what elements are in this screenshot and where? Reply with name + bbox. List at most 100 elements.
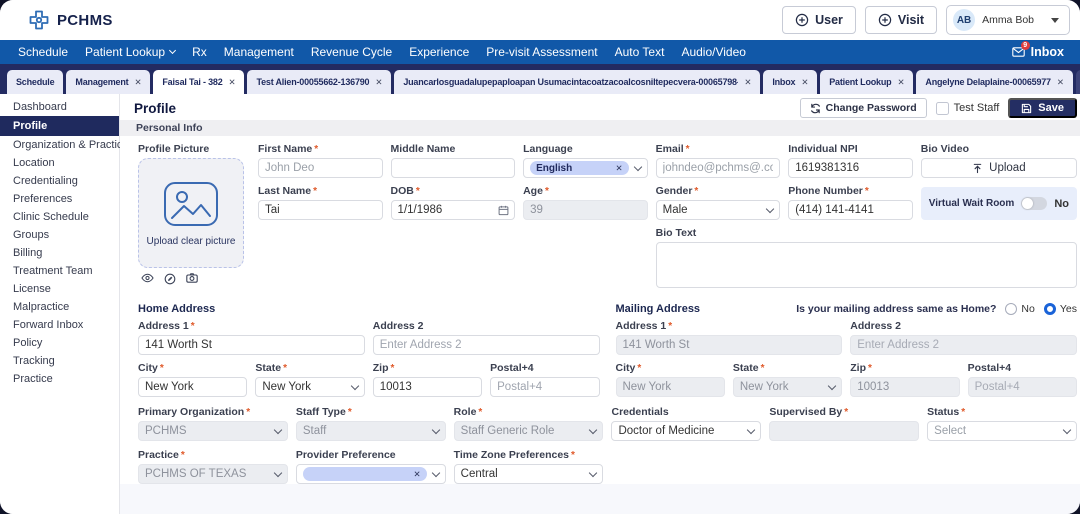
field-label: Postal+4 bbox=[968, 363, 1077, 374]
tab-patient-lookup[interactable]: Patient Lookup✕ bbox=[820, 70, 913, 94]
home-postal4-field: Postal+4 bbox=[490, 363, 599, 397]
sidebar-item-license[interactable]: License bbox=[0, 280, 119, 298]
tab-partial[interactable]: ✕ bbox=[1076, 70, 1080, 94]
home-address2-input[interactable] bbox=[373, 335, 600, 355]
nav-previsit-assessment[interactable]: Pre-visit Assessment bbox=[486, 45, 597, 59]
tab-juancarlos[interactable]: Juancarlosguadalupepaploapan Usumacintac… bbox=[394, 70, 760, 94]
test-staff-checkbox[interactable] bbox=[936, 102, 949, 115]
tab-inbox[interactable]: Inbox✕ bbox=[763, 70, 817, 94]
sidebar-item-dashboard[interactable]: Dashboard bbox=[0, 98, 119, 116]
chevron-down-icon bbox=[169, 47, 176, 54]
provider-preference-select[interactable]: ✕ bbox=[296, 464, 446, 484]
close-icon[interactable]: ✕ bbox=[801, 77, 808, 88]
last-name-input[interactable] bbox=[258, 200, 383, 220]
nav-experience[interactable]: Experience bbox=[409, 45, 469, 59]
sidebar-item-practice[interactable]: Practice bbox=[0, 370, 119, 388]
sidebar-item-malpractice[interactable]: Malpractice bbox=[0, 298, 119, 316]
same-as-home-no-option[interactable]: No bbox=[1005, 303, 1034, 315]
language-select[interactable]: English✕ bbox=[523, 158, 648, 178]
home-zip-input[interactable] bbox=[373, 377, 482, 397]
status-select[interactable]: Select bbox=[927, 421, 1077, 441]
test-staff-toggle[interactable]: Test Staff bbox=[936, 102, 1000, 115]
gender-field: Gender Male bbox=[656, 186, 781, 220]
gender-select[interactable]: Male bbox=[656, 200, 781, 220]
tab-schedule[interactable]: Schedule bbox=[7, 70, 63, 94]
close-icon[interactable]: ✕ bbox=[897, 77, 904, 88]
sidebar-item-treatment-team[interactable]: Treatment Team bbox=[0, 262, 119, 280]
tab-test-alien[interactable]: Test Alien-00055662-136790✕ bbox=[247, 70, 391, 94]
account-menu[interactable]: AB Amma Bob bbox=[946, 5, 1070, 35]
close-icon[interactable]: ✕ bbox=[744, 77, 751, 88]
home-postal4-input[interactable] bbox=[490, 377, 599, 397]
chevron-down-icon bbox=[1063, 425, 1071, 433]
tab-faisal-tai[interactable]: Faisal Tai - 382✕ bbox=[153, 70, 244, 94]
sidebar-item-billing[interactable]: Billing bbox=[0, 244, 119, 262]
sidebar-item-location[interactable]: Location bbox=[0, 154, 119, 172]
radio-no[interactable] bbox=[1005, 303, 1017, 315]
profile-picture-dropzone[interactable]: Upload clear picture bbox=[138, 158, 244, 268]
add-user-button[interactable]: User bbox=[782, 6, 856, 34]
home-address1-input[interactable] bbox=[138, 335, 365, 355]
virtual-wait-room-toggle[interactable] bbox=[1021, 197, 1047, 210]
same-as-home-question: Is your mailing address same as Home? bbox=[796, 303, 996, 315]
close-icon[interactable]: ✕ bbox=[1057, 77, 1064, 88]
select-value: PCHMS OF TEXAS bbox=[145, 468, 269, 480]
home-city-input[interactable] bbox=[138, 377, 247, 397]
field-label: Gender bbox=[656, 186, 781, 197]
bio-text-input[interactable] bbox=[656, 242, 1077, 288]
close-icon[interactable]: ✕ bbox=[134, 77, 141, 88]
close-icon[interactable]: ✕ bbox=[229, 77, 236, 88]
nav-schedule[interactable]: Schedule bbox=[18, 45, 68, 59]
credentials-select[interactable]: Doctor of Medicine bbox=[611, 421, 761, 441]
middle-name-input[interactable] bbox=[391, 158, 516, 178]
email-input[interactable] bbox=[656, 158, 781, 178]
home-state-select[interactable]: New York bbox=[255, 377, 364, 397]
dob-input[interactable] bbox=[391, 200, 516, 220]
chevron-down-icon bbox=[351, 381, 359, 389]
close-icon[interactable]: ✕ bbox=[414, 469, 421, 480]
field-label: Provider Preference bbox=[296, 450, 446, 461]
nav-rx[interactable]: Rx bbox=[192, 45, 207, 59]
nav-management[interactable]: Management bbox=[224, 45, 294, 59]
tab-management[interactable]: Management✕ bbox=[66, 70, 150, 94]
nav-patient-lookup[interactable]: Patient Lookup bbox=[85, 45, 175, 59]
age-input bbox=[523, 200, 648, 220]
nav-inbox[interactable]: 9 Inbox bbox=[1012, 45, 1064, 59]
save-button[interactable]: Save bbox=[1008, 98, 1077, 118]
sidebar-item-profile[interactable]: Profile bbox=[0, 116, 119, 136]
nav-auto-text[interactable]: Auto Text bbox=[615, 45, 665, 59]
tab-angelyne[interactable]: Angelyne Delaplaine-00065977✕ bbox=[916, 70, 1072, 94]
view-picture-button[interactable] bbox=[141, 273, 154, 285]
nav-audio-video[interactable]: Audio/Video bbox=[681, 45, 746, 59]
change-password-button[interactable]: Change Password bbox=[800, 98, 927, 118]
camera-button[interactable] bbox=[186, 273, 198, 285]
sidebar-item-credentialing[interactable]: Credentialing bbox=[0, 172, 119, 190]
field-label: Address 2 bbox=[373, 321, 600, 332]
individual-npi-input[interactable] bbox=[788, 158, 913, 178]
first-name-input[interactable] bbox=[258, 158, 383, 178]
sidebar-item-groups[interactable]: Groups bbox=[0, 226, 119, 244]
phone-number-input[interactable] bbox=[788, 200, 913, 220]
add-visit-button[interactable]: Visit bbox=[865, 6, 937, 34]
select-value: Staff Generic Role bbox=[461, 425, 585, 437]
edit-picture-button[interactable] bbox=[164, 273, 176, 285]
brand-name: PCHMS bbox=[57, 12, 113, 29]
home-zip-field: Zip bbox=[373, 363, 482, 397]
radio-yes[interactable] bbox=[1044, 303, 1056, 315]
bio-video-upload-button[interactable]: Upload bbox=[921, 158, 1077, 178]
calendar-icon[interactable] bbox=[498, 205, 509, 216]
nav-revenue-cycle[interactable]: Revenue Cycle bbox=[311, 45, 392, 59]
close-icon[interactable]: ✕ bbox=[375, 77, 382, 88]
sidebar-item-policy[interactable]: Policy bbox=[0, 334, 119, 352]
sidebar-item-organization-practice[interactable]: Organization & Practice bbox=[0, 136, 119, 154]
sidebar-item-clinic-schedule[interactable]: Clinic Schedule bbox=[0, 208, 119, 226]
home-address-title: Home Address bbox=[138, 303, 215, 315]
timezone-select[interactable]: Central bbox=[454, 464, 604, 484]
toggle-state-label: No bbox=[1054, 198, 1069, 210]
sidebar-item-preferences[interactable]: Preferences bbox=[0, 190, 119, 208]
bio-video-field: Bio Video Upload bbox=[921, 144, 1077, 178]
sidebar-item-forward-inbox[interactable]: Forward Inbox bbox=[0, 316, 119, 334]
same-as-home-yes-option[interactable]: Yes bbox=[1044, 303, 1077, 315]
sidebar-item-tracking[interactable]: Tracking bbox=[0, 352, 119, 370]
close-icon[interactable]: ✕ bbox=[616, 163, 623, 174]
